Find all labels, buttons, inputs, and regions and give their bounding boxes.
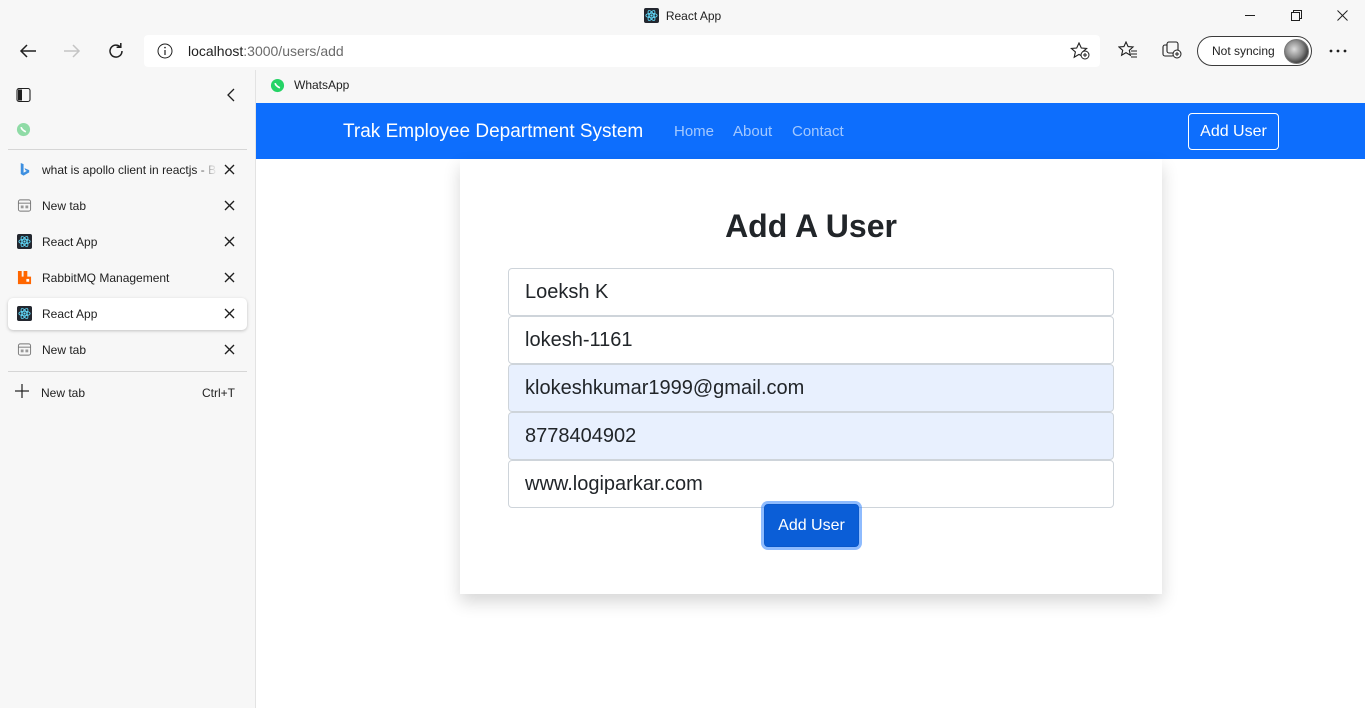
minimize-icon [1245,15,1255,16]
close-tab-icon[interactable] [224,164,235,175]
new-tab-button[interactable]: New tab Ctrl+T [8,376,247,408]
collections-icon[interactable] [1162,41,1182,59]
back-button[interactable] [12,35,44,67]
favorites-bar: WhatsApp [256,70,1365,103]
tab-title: what is apollo client in reactjs - B [42,163,217,177]
tab-title: RabbitMQ Management [42,271,170,285]
window-title: React App [0,8,1365,23]
tab-title: New tab [42,343,87,357]
rabbitmq-icon [17,270,32,285]
close-tab-icon[interactable] [224,236,235,247]
close-window-button[interactable] [1319,0,1365,30]
tab-title: React App [42,307,98,321]
close-tab-icon[interactable] [224,308,235,319]
sidebar-tab-rabbitmq[interactable]: RabbitMQ Management [8,262,247,294]
url-path: :3000/users/add [243,43,344,59]
favorite-label: WhatsApp [294,78,350,92]
browser-toolbar: localhost:3000/users/add Not syncing [0,32,1365,70]
add-favorite-icon[interactable] [1070,42,1090,60]
vertical-tabs-pane: what is apollo client in reactjs - B New… [0,70,256,708]
email-field[interactable]: klokeshkumar1999@gmail.com [508,364,1114,412]
title-bar: React App [0,0,1365,32]
form-heading: Add A User [725,208,897,244]
forward-arrow-icon [64,44,81,58]
website-field[interactable]: www.logiparkar.com [508,460,1114,508]
refresh-button[interactable] [100,35,132,67]
username-field[interactable]: lokesh-1161 [508,316,1114,364]
close-icon [1336,9,1348,21]
nav-link-contact[interactable]: Contact [792,123,844,140]
react-icon [17,306,32,321]
tab-title: New tab [42,199,87,213]
sidebar-tab-react-app[interactable]: React App [8,226,247,258]
more-menu-icon[interactable] [1329,49,1347,53]
restore-icon [1290,9,1302,21]
window-title-text: React App [665,9,722,23]
restore-button[interactable] [1273,0,1319,30]
profile-sync-button[interactable]: Not syncing [1197,36,1312,66]
sidebar-tab-apollo[interactable]: what is apollo client in reactjs - B [8,154,247,186]
minimize-button[interactable] [1227,0,1273,30]
close-tab-icon[interactable] [224,200,235,211]
forward-button[interactable] [56,35,88,67]
nav-link-home[interactable]: Home [674,123,714,140]
new-tab-shortcut: Ctrl+T [202,386,235,400]
new-tab-icon [17,199,32,212]
sidebar-tab-new-tab-2[interactable]: New tab [8,334,247,366]
site-info-icon[interactable] [157,43,173,59]
new-tab-icon [17,343,32,356]
back-arrow-icon [19,44,36,58]
bing-icon [20,162,30,176]
collapse-pane-icon[interactable] [224,87,238,103]
app-navbar: Trak Employee Department System Home Abo… [256,103,1365,159]
avatar [1284,39,1309,64]
nav-add-user-button[interactable]: Add User [1188,113,1279,150]
react-icon [643,8,659,23]
sidebar-tab-new-tab[interactable]: New tab [8,190,247,222]
name-field[interactable]: Loeksh K [508,268,1114,316]
phone-field[interactable]: 8778404902 [508,412,1114,460]
divider [8,149,247,150]
tab-title: React App [42,235,98,249]
divider [8,371,247,372]
web-page: Trak Employee Department System Home Abo… [256,103,1365,708]
tab-actions-icon[interactable] [16,87,32,103]
add-user-form-card: Add A User Loeksh K lokesh-1161 klokeshk… [460,159,1162,594]
whatsapp-icon [270,78,285,93]
react-icon [17,234,32,249]
new-tab-label: New tab [41,386,86,400]
app-brand[interactable]: Trak Employee Department System [343,121,643,143]
url-host: localhost [188,43,244,59]
nav-link-about[interactable]: About [733,123,772,140]
add-user-submit-button[interactable]: Add User [764,504,859,547]
sync-status-text: Not syncing [1212,44,1275,58]
sidebar-tab-react-app-active[interactable]: React App [8,298,247,330]
address-bar[interactable]: localhost:3000/users/add [144,35,1100,67]
favorites-icon[interactable] [1118,41,1138,59]
plus-icon [15,384,29,398]
close-tab-icon[interactable] [224,344,235,355]
close-tab-icon[interactable] [224,272,235,283]
whatsapp-icon[interactable] [16,122,31,137]
address-url[interactable]: localhost:3000/users/add [188,43,344,59]
refresh-icon [109,43,123,58]
